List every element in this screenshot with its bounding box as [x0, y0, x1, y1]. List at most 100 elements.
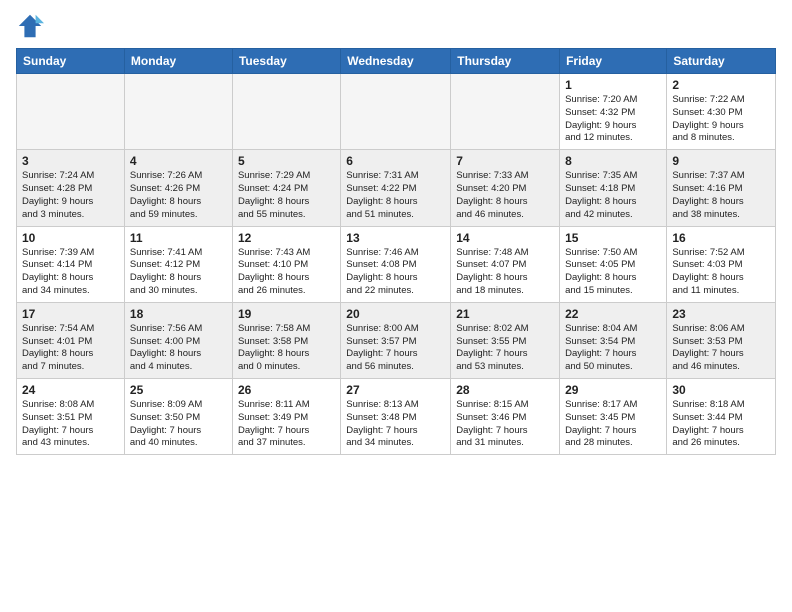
calendar-cell: 3 Sunrise: 7:24 AM Sunset: 4:28 PM Daylig…	[17, 150, 125, 226]
day-info: Sunrise: 8:04 AM Sunset: 3:54 PM Dayligh…	[565, 323, 661, 374]
calendar-cell: 30 Sunrise: 8:18 AM Sunset: 3:44 PM Dayli…	[667, 379, 776, 455]
weekday-header-saturday: Saturday	[667, 49, 776, 74]
day-number: 7	[456, 154, 554, 168]
day-number: 11	[130, 231, 227, 245]
day-number: 2	[672, 78, 770, 92]
day-number: 5	[238, 154, 335, 168]
calendar-cell	[341, 74, 451, 150]
day-info: Sunrise: 8:13 AM Sunset: 3:48 PM Dayligh…	[346, 399, 445, 450]
day-number: 22	[565, 307, 661, 321]
calendar-cell	[124, 74, 232, 150]
day-info: Sunrise: 8:00 AM Sunset: 3:57 PM Dayligh…	[346, 323, 445, 374]
day-number: 23	[672, 307, 770, 321]
week-row-1: 3 Sunrise: 7:24 AM Sunset: 4:28 PM Daylig…	[17, 150, 776, 226]
calendar-cell: 24 Sunrise: 8:08 AM Sunset: 3:51 PM Dayli…	[17, 379, 125, 455]
calendar-cell: 12 Sunrise: 7:43 AM Sunset: 4:10 PM Dayli…	[232, 226, 340, 302]
week-row-2: 10 Sunrise: 7:39 AM Sunset: 4:14 PM Dayli…	[17, 226, 776, 302]
day-info: Sunrise: 8:06 AM Sunset: 3:53 PM Dayligh…	[672, 323, 770, 374]
day-number: 27	[346, 383, 445, 397]
day-info: Sunrise: 7:39 AM Sunset: 4:14 PM Dayligh…	[22, 247, 119, 298]
day-number: 10	[22, 231, 119, 245]
calendar-cell: 18 Sunrise: 7:56 AM Sunset: 4:00 PM Dayli…	[124, 302, 232, 378]
calendar-cell: 11 Sunrise: 7:41 AM Sunset: 4:12 PM Dayli…	[124, 226, 232, 302]
calendar-cell: 25 Sunrise: 8:09 AM Sunset: 3:50 PM Dayli…	[124, 379, 232, 455]
day-info: Sunrise: 7:41 AM Sunset: 4:12 PM Dayligh…	[130, 247, 227, 298]
day-info: Sunrise: 7:46 AM Sunset: 4:08 PM Dayligh…	[346, 247, 445, 298]
day-number: 9	[672, 154, 770, 168]
day-number: 28	[456, 383, 554, 397]
calendar-cell	[232, 74, 340, 150]
day-number: 25	[130, 383, 227, 397]
day-number: 18	[130, 307, 227, 321]
calendar-cell	[451, 74, 560, 150]
calendar-cell: 17 Sunrise: 7:54 AM Sunset: 4:01 PM Dayli…	[17, 302, 125, 378]
day-info: Sunrise: 7:50 AM Sunset: 4:05 PM Dayligh…	[565, 247, 661, 298]
day-info: Sunrise: 7:35 AM Sunset: 4:18 PM Dayligh…	[565, 170, 661, 221]
day-info: Sunrise: 7:48 AM Sunset: 4:07 PM Dayligh…	[456, 247, 554, 298]
day-number: 8	[565, 154, 661, 168]
day-info: Sunrise: 8:11 AM Sunset: 3:49 PM Dayligh…	[238, 399, 335, 450]
day-number: 30	[672, 383, 770, 397]
calendar-cell: 26 Sunrise: 8:11 AM Sunset: 3:49 PM Dayli…	[232, 379, 340, 455]
day-info: Sunrise: 8:08 AM Sunset: 3:51 PM Dayligh…	[22, 399, 119, 450]
week-row-4: 24 Sunrise: 8:08 AM Sunset: 3:51 PM Dayli…	[17, 379, 776, 455]
calendar-cell: 16 Sunrise: 7:52 AM Sunset: 4:03 PM Dayli…	[667, 226, 776, 302]
day-info: Sunrise: 7:37 AM Sunset: 4:16 PM Dayligh…	[672, 170, 770, 221]
day-number: 29	[565, 383, 661, 397]
day-info: Sunrise: 8:18 AM Sunset: 3:44 PM Dayligh…	[672, 399, 770, 450]
calendar-cell: 21 Sunrise: 8:02 AM Sunset: 3:55 PM Dayli…	[451, 302, 560, 378]
weekday-header-friday: Friday	[560, 49, 667, 74]
weekday-header-monday: Monday	[124, 49, 232, 74]
logo	[16, 12, 48, 40]
calendar-cell: 4 Sunrise: 7:26 AM Sunset: 4:26 PM Daylig…	[124, 150, 232, 226]
week-row-3: 17 Sunrise: 7:54 AM Sunset: 4:01 PM Dayli…	[17, 302, 776, 378]
day-info: Sunrise: 7:29 AM Sunset: 4:24 PM Dayligh…	[238, 170, 335, 221]
day-info: Sunrise: 8:15 AM Sunset: 3:46 PM Dayligh…	[456, 399, 554, 450]
calendar-cell: 13 Sunrise: 7:46 AM Sunset: 4:08 PM Dayli…	[341, 226, 451, 302]
calendar-cell	[17, 74, 125, 150]
day-info: Sunrise: 8:09 AM Sunset: 3:50 PM Dayligh…	[130, 399, 227, 450]
calendar-cell: 29Sunrise: 8:17 AM Sunset: 3:45 PM Dayli…	[560, 379, 667, 455]
day-number: 16	[672, 231, 770, 245]
day-number: 21	[456, 307, 554, 321]
calendar-cell: 2Sunrise: 7:22 AM Sunset: 4:30 PM Daylig…	[667, 74, 776, 150]
day-number: 20	[346, 307, 445, 321]
weekday-header-sunday: Sunday	[17, 49, 125, 74]
day-info: Sunrise: 7:43 AM Sunset: 4:10 PM Dayligh…	[238, 247, 335, 298]
week-row-0: 1Sunrise: 7:20 AM Sunset: 4:32 PM Daylig…	[17, 74, 776, 150]
calendar-cell: 5 Sunrise: 7:29 AM Sunset: 4:24 PM Daylig…	[232, 150, 340, 226]
day-number: 14	[456, 231, 554, 245]
day-number: 6	[346, 154, 445, 168]
calendar-cell: 23 Sunrise: 8:06 AM Sunset: 3:53 PM Dayli…	[667, 302, 776, 378]
day-number: 4	[130, 154, 227, 168]
day-info: Sunrise: 7:58 AM Sunset: 3:58 PM Dayligh…	[238, 323, 335, 374]
page: SundayMondayTuesdayWednesdayThursdayFrid…	[0, 0, 792, 463]
day-info: Sunrise: 7:54 AM Sunset: 4:01 PM Dayligh…	[22, 323, 119, 374]
day-number: 3	[22, 154, 119, 168]
calendar-cell: 28 Sunrise: 8:15 AM Sunset: 3:46 PM Dayli…	[451, 379, 560, 455]
day-info: Sunrise: 7:33 AM Sunset: 4:20 PM Dayligh…	[456, 170, 554, 221]
weekday-header-thursday: Thursday	[451, 49, 560, 74]
calendar-cell: 20 Sunrise: 8:00 AM Sunset: 3:57 PM Dayli…	[341, 302, 451, 378]
day-number: 15	[565, 231, 661, 245]
weekday-header-wednesday: Wednesday	[341, 49, 451, 74]
day-number: 17	[22, 307, 119, 321]
weekday-row: SundayMondayTuesdayWednesdayThursdayFrid…	[17, 49, 776, 74]
calendar-cell: 27 Sunrise: 8:13 AM Sunset: 3:48 PM Dayli…	[341, 379, 451, 455]
day-number: 12	[238, 231, 335, 245]
day-number: 26	[238, 383, 335, 397]
day-number: 19	[238, 307, 335, 321]
day-info: Sunrise: 7:56 AM Sunset: 4:00 PM Dayligh…	[130, 323, 227, 374]
day-number: 13	[346, 231, 445, 245]
calendar-cell: 19 Sunrise: 7:58 AM Sunset: 3:58 PM Dayli…	[232, 302, 340, 378]
day-info: Sunrise: 7:26 AM Sunset: 4:26 PM Dayligh…	[130, 170, 227, 221]
calendar-cell: 22 Sunrise: 8:04 AM Sunset: 3:54 PM Dayli…	[560, 302, 667, 378]
day-info: Sunrise: 8:02 AM Sunset: 3:55 PM Dayligh…	[456, 323, 554, 374]
calendar-header: SundayMondayTuesdayWednesdayThursdayFrid…	[17, 49, 776, 74]
day-info: Sunrise: 7:24 AM Sunset: 4:28 PM Dayligh…	[22, 170, 119, 221]
day-info: Sunrise: 7:52 AM Sunset: 4:03 PM Dayligh…	[672, 247, 770, 298]
calendar-cell: 6Sunrise: 7:31 AM Sunset: 4:22 PM Daylig…	[341, 150, 451, 226]
day-number: 24	[22, 383, 119, 397]
calendar-body: 1Sunrise: 7:20 AM Sunset: 4:32 PM Daylig…	[17, 74, 776, 455]
calendar-table: SundayMondayTuesdayWednesdayThursdayFrid…	[16, 48, 776, 455]
